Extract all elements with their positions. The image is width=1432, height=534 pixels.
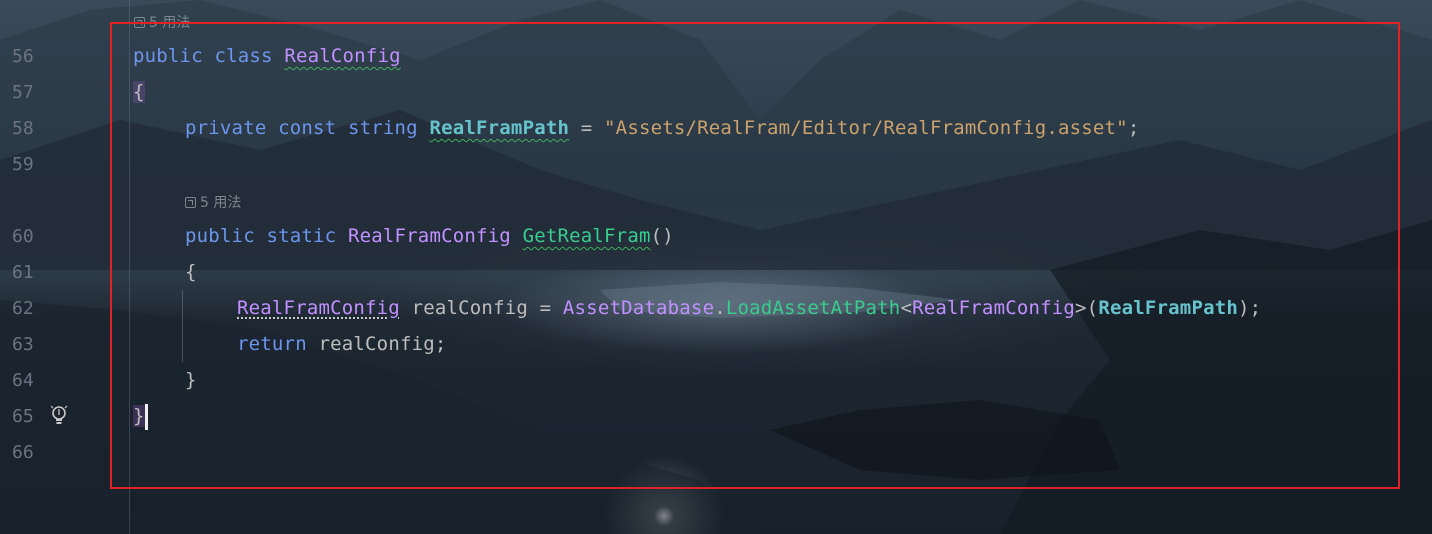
highlight-annotation-box [110,22,1400,489]
lightbulb-icon[interactable] [49,404,69,428]
line-number: 58 [12,118,34,139]
line-number: 59 [12,154,34,175]
line-number: 61 [12,262,34,283]
line-number: 63 [12,334,34,355]
line-number: 64 [12,370,34,391]
line-number: 62 [12,298,34,319]
line-number: 65 [12,406,34,427]
line-number: 57 [12,82,34,103]
line-number: 56 [12,46,34,67]
line-number: 60 [12,226,34,247]
line-number: 66 [12,442,34,463]
